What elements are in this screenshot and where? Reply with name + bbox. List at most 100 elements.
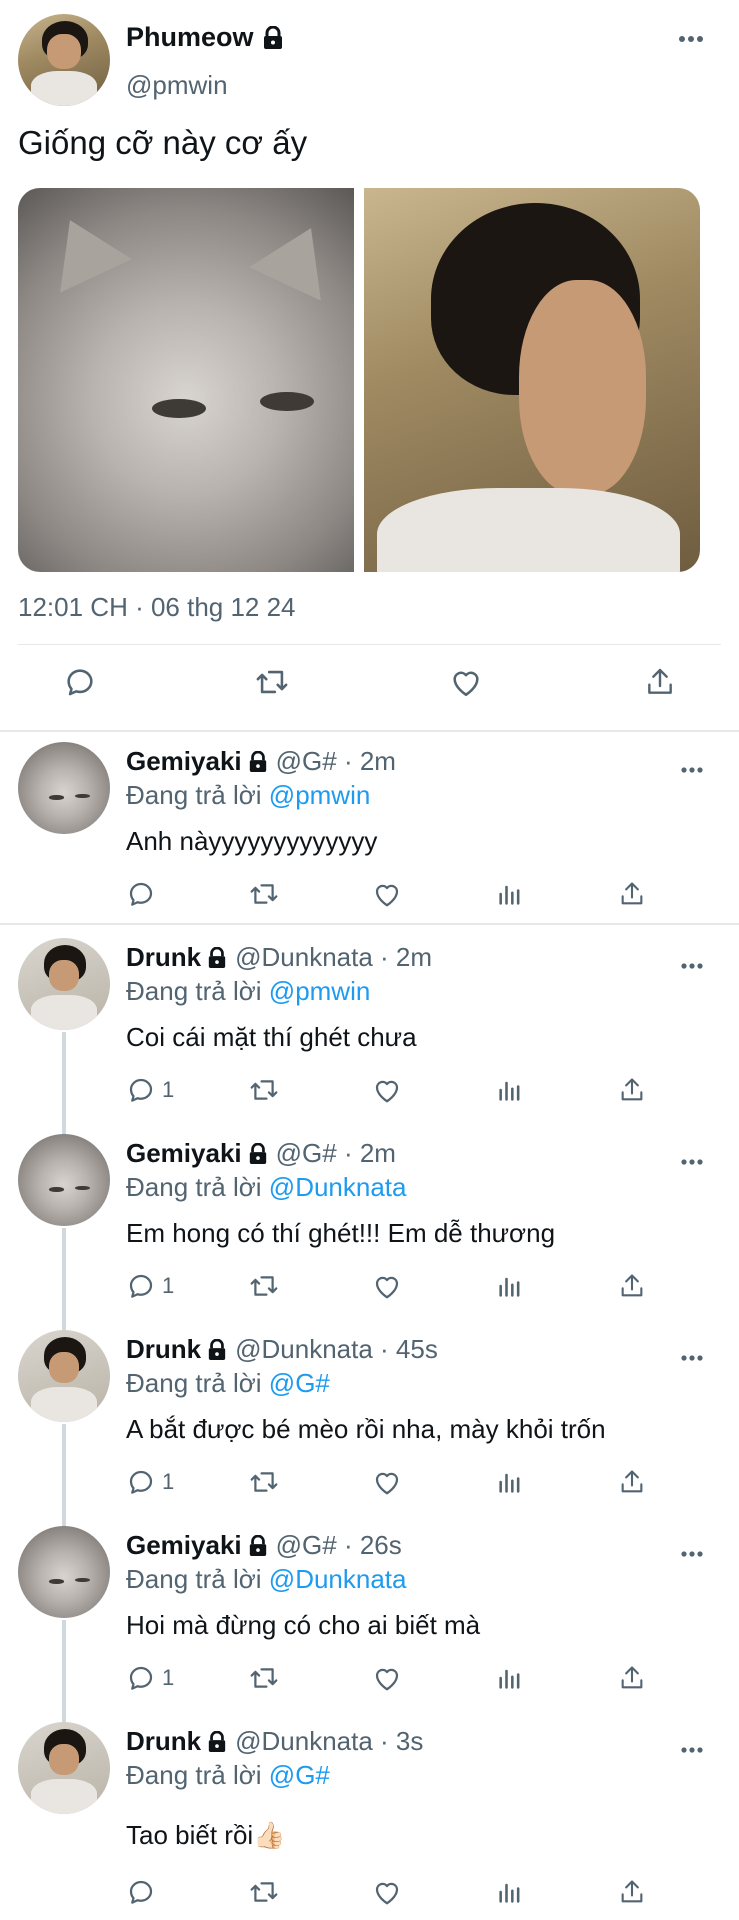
mention-link[interactable]: @pmwin [269,976,371,1006]
like-icon[interactable] [372,876,402,912]
reply-header: Drunk @Dunknata · 2m [126,942,432,973]
lock-icon [207,946,227,969]
more-icon[interactable] [681,1152,703,1170]
retweet-icon[interactable] [248,1464,280,1500]
tweet-timestamp[interactable]: 12:01 CH · 06 thg 12 24 [18,592,296,623]
reply-author[interactable]: Drunk [126,1334,201,1365]
views-icon[interactable] [496,1268,524,1304]
retweet-icon[interactable] [248,1268,280,1304]
man-photo[interactable] [364,188,700,572]
views-icon[interactable] [496,1464,524,1500]
avatar[interactable] [18,742,110,834]
reply-meta: @G# · 26s [275,1530,402,1560]
reply-text: Hoi mà đừng có cho ai biết mà [126,1610,481,1640]
avatar[interactable] [18,1330,110,1422]
divider [18,644,721,645]
reply-author[interactable]: Gemiyaki [126,1138,242,1169]
section-divider [0,730,739,732]
views-icon[interactable] [496,1874,524,1910]
cat-photo[interactable] [18,188,354,572]
avatar[interactable] [18,1134,110,1226]
reply-actions: 1 [126,1660,646,1696]
reply-icon [129,1880,153,1904]
more-icon[interactable] [681,1544,703,1562]
retweet-icon[interactable] [248,1874,280,1910]
share-icon[interactable] [618,1464,646,1500]
retweet-icon[interactable] [248,1660,280,1696]
reply-meta: @Dunknata · 3s [235,1726,424,1756]
handle[interactable]: @pmwin [126,70,228,101]
retweet-icon[interactable] [252,662,292,702]
more-icon[interactable] [681,956,703,974]
reply-tweet[interactable]: Drunk @Dunknata · 3s Đang trả lời @G# Ta… [0,1716,739,1920]
reply-actions [126,1874,646,1910]
reply-author[interactable]: Gemiyaki [126,1530,242,1561]
reply-tweet[interactable]: Gemiyaki @G# · 2m Đang trả lời @pmwin An… [0,736,739,922]
more-icon[interactable] [681,760,703,778]
tweet-actions [0,662,739,712]
reply-author[interactable]: Drunk [126,1726,201,1757]
share-icon[interactable] [640,662,680,702]
reply-button[interactable]: 1 [126,1072,174,1108]
reply-text: A bắt được bé mèo rồi nha, mày khỏi trốn [126,1414,606,1444]
replying-prefix: Đang trả lời [126,976,262,1006]
reply-icon [129,1470,153,1494]
like-icon[interactable] [372,1464,402,1500]
share-icon[interactable] [618,1072,646,1108]
reply-count: 1 [162,1469,175,1494]
views-icon[interactable] [496,1072,524,1108]
share-icon[interactable] [618,1874,646,1910]
reply-header: Gemiyaki @G# · 2m [126,1138,396,1169]
mention-link[interactable]: @Dunknata [269,1564,407,1594]
mention-link[interactable]: @G# [269,1760,330,1790]
views-icon[interactable] [496,1660,524,1696]
reply-actions: 1 [126,1072,646,1108]
avatar[interactable] [18,938,110,1030]
reply-meta: @G# · 2m [275,1138,396,1168]
reply-tweet[interactable]: Drunk @Dunknata · 45s Đang trả lời @G# A… [0,1324,739,1520]
reply-count: 1 [162,1077,175,1102]
tweet-media[interactable] [18,188,700,572]
reply-button[interactable] [126,876,162,912]
more-icon[interactable] [681,1348,703,1366]
more-icon[interactable] [681,1740,703,1758]
reply-button[interactable]: 1 [126,1464,174,1500]
retweet-icon[interactable] [248,1072,280,1108]
lock-icon [263,25,282,49]
reply-tweet[interactable]: Drunk @Dunknata · 2m Đang trả lời @pmwin… [0,932,739,1128]
lock-icon [207,1730,227,1753]
reply-tweet[interactable]: Gemiyaki @G# · 26s Đang trả lời @Dunknat… [0,1520,739,1716]
like-icon[interactable] [446,662,486,702]
reply-meta: @Dunknata · 45s [235,1334,438,1364]
reply-meta: @Dunknata · 2m [235,942,433,972]
like-icon[interactable] [372,1072,402,1108]
more-icon[interactable] [679,30,703,48]
lock-icon [248,1142,268,1165]
reply-icon [129,1274,153,1298]
views-icon[interactable] [496,876,524,912]
avatar[interactable] [18,1722,110,1814]
reply-header: Gemiyaki @G# · 2m [126,746,396,777]
like-icon[interactable] [372,1268,402,1304]
reply-author[interactable]: Gemiyaki [126,746,242,777]
reply-button[interactable] [126,1874,162,1910]
reply-author[interactable]: Drunk [126,942,201,973]
replying-prefix: Đang trả lời [126,1368,262,1398]
retweet-icon[interactable] [248,876,280,912]
mention-link[interactable]: @Dunknata [269,1172,407,1202]
like-icon[interactable] [372,1874,402,1910]
avatar[interactable] [18,14,110,106]
reply-text: Tao biết rồi👍🏻 [126,1820,286,1850]
avatar[interactable] [18,1526,110,1618]
reply-button[interactable]: 1 [126,1660,174,1696]
share-icon[interactable] [618,1660,646,1696]
reply-tweet[interactable]: Gemiyaki @G# · 2m Đang trả lời @Dunknata… [0,1128,739,1324]
share-icon[interactable] [618,876,646,912]
share-icon[interactable] [618,1268,646,1304]
display-name[interactable]: Phumeow [126,22,284,53]
like-icon[interactable] [372,1660,402,1696]
reply-icon[interactable] [60,662,100,702]
reply-button[interactable]: 1 [126,1268,174,1304]
mention-link[interactable]: @G# [269,1368,330,1398]
mention-link[interactable]: @pmwin [269,780,371,810]
